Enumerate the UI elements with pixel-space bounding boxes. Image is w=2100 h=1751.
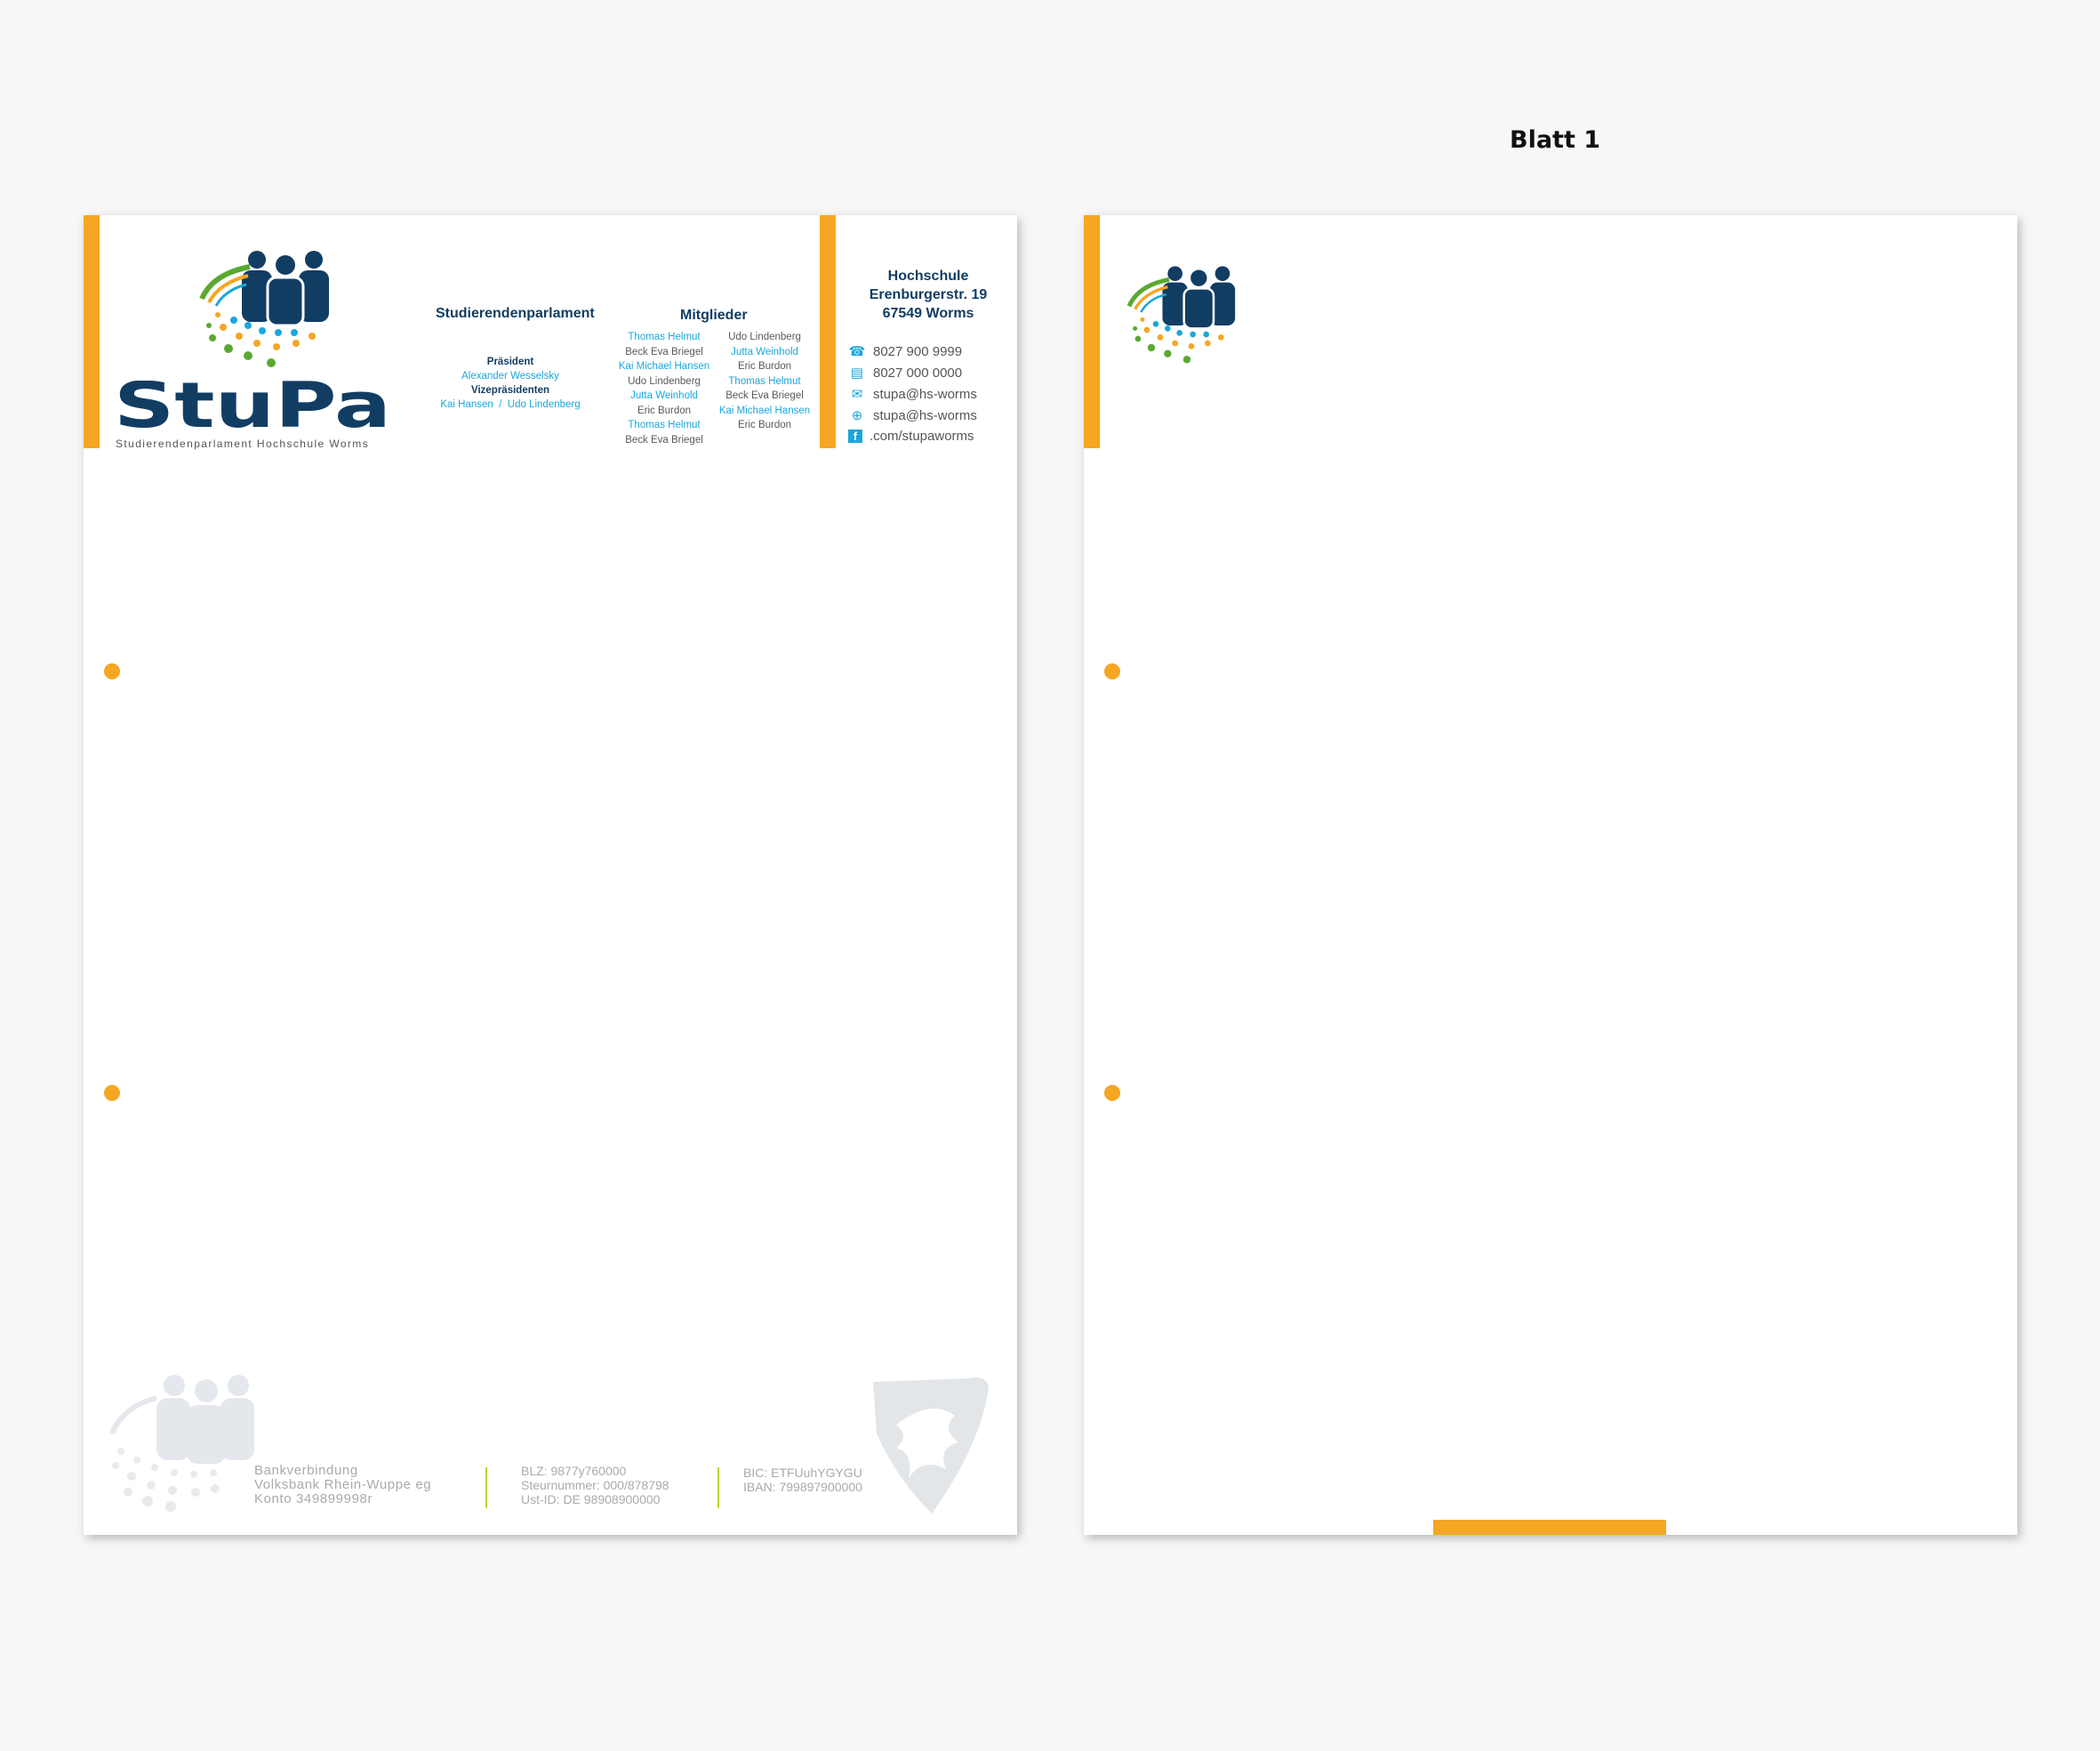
website: stupa@hs-worms [873,408,977,423]
blz: BLZ: 9877y760000 [521,1464,627,1478]
letterhead-sheet-2 [1084,215,2017,1535]
phone-row: ☎ 8027 900 9999 [848,343,962,359]
parliament-title: Studierendenparlament [436,306,595,321]
left-accent-bar [1084,215,1100,448]
bank-label: Bankverbindung [254,1463,358,1478]
member-name: Thomas Helmut [628,420,701,430]
fax-number: 8027 000 0000 [873,365,963,381]
member-name: Eric Burdon [737,361,792,372]
web-row: ⊕ stupa@hs-worms [848,407,977,423]
phone-number: 8027 900 9999 [873,344,963,359]
bank-info: Bankverbindung Volksbank Rhein-Wuppe eg … [254,1464,431,1506]
bottom-accent-bar [1433,1520,1666,1535]
facebook-icon: f [848,430,862,443]
iban: IBAN: 799897900000 [743,1480,862,1494]
mail-icon: ✉ [851,387,863,402]
dragon-shield-watermark [873,1377,989,1514]
fax-row: ▤ 8027 000 0000 [848,365,962,381]
fax-icon: ▤ [850,365,864,381]
stupa-logo-icon [199,251,329,367]
punch-hole-mark [104,663,120,679]
members-left-column: Thomas Helmut Beck Eva Briegel Kai Micha… [611,330,717,447]
letterhead-sheet-1: StuPa Studierendenparlament Hochschule W… [84,215,1017,1535]
president-name: Alexander Wesselsky [461,371,559,382]
page-label: Blatt 1 [1510,126,1601,154]
svg-text:StuPa: StuPa [114,381,391,432]
address-block: Hochschule Erenburgerstr. 19 67549 Worms [839,267,1017,323]
address-line-2: Erenburgerstr. 19 [869,287,988,302]
member-name: Kai Michael Hansen [718,405,811,416]
punch-hole-mark [1104,663,1120,679]
address-line-3: 67549 Worms [882,306,974,321]
facebook-row: f .com/stupaworms [848,429,974,444]
member-name: Jutta Weinhold [630,390,698,401]
members-right-column: Udo Lindenberg Jutta Weinhold Eric Burdo… [711,330,818,433]
footer-divider [485,1467,487,1508]
logo-tagline: Studierendenparlament Hochschule Worms [116,438,370,450]
member-name: Kai Michael Hansen [618,361,710,372]
member-name: Beck Eva Briegel [625,346,703,357]
stupa-logo-icon [1126,266,1236,364]
tax-info: BLZ: 9877y760000 Steurnummer: 000/878798… [521,1464,669,1506]
phone-icon: ☎ [848,344,866,359]
bank-account: Konto 349899998r [254,1491,373,1506]
punch-hole-mark [104,1085,120,1101]
vat-id: Ust-ID: DE 98908900000 [521,1492,661,1506]
member-name: Eric Burdon [637,405,692,416]
stupa-wordmark: StuPa [114,381,391,432]
member-name: Jutta Weinhold [731,346,798,357]
vice-presidents-names: Kai Hansen / Udo Lindenberg [440,399,581,410]
globe-icon: ⊕ [851,408,863,423]
facebook-handle: .com/stupaworms [870,429,974,444]
member-name: Thomas Helmut [628,332,701,342]
president-label: Präsident [486,357,534,367]
member-name: Udo Lindenberg [628,375,701,387]
members-title: Mitglieder [680,308,748,323]
email-address: stupa@hs-worms [873,387,977,402]
left-accent-bar [84,215,100,448]
member-name: Beck Eva Briegel [725,390,804,401]
middle-accent-bar [820,215,836,448]
member-name: Beck Eva Briegel [625,434,703,446]
bank-name: Volksbank Rhein-Wuppe eg [254,1477,432,1492]
tax-number: Steurnummer: 000/878798 [521,1478,669,1492]
member-name: Thomas Helmut [728,375,801,387]
footer-divider [717,1467,719,1508]
bic: BIC: ETFUuhYGYGU [743,1466,862,1480]
mail-row: ✉ stupa@hs-worms [848,386,977,402]
member-name: Eric Burdon [737,420,792,430]
member-name: Udo Lindenberg [728,332,801,342]
bank-codes: BIC: ETFUuhYGYGU IBAN: 799897900000 [743,1466,862,1494]
address-line-1: Hochschule [887,269,969,284]
vice-presidents-label: Vizepräsidenten [471,385,549,396]
punch-hole-mark [1104,1085,1120,1101]
